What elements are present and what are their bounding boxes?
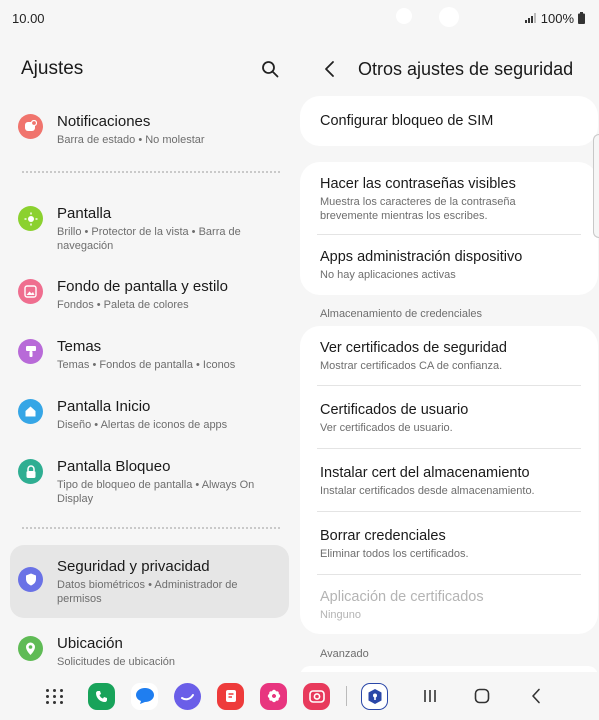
row-title: Aplicación de certificados bbox=[320, 588, 484, 605]
back-nav-button[interactable] bbox=[524, 684, 548, 708]
detail-title: Otros ajustes de seguridad bbox=[358, 58, 574, 79]
settings-header: Ajustes bbox=[0, 36, 300, 102]
page-title: Ajustes bbox=[21, 58, 84, 79]
battery-percent: 100% bbox=[540, 10, 574, 26]
section-header-credentials: Almacenamiento de credenciales bbox=[320, 308, 483, 320]
chevron-left-icon bbox=[325, 61, 334, 77]
camera-app-icon[interactable] bbox=[303, 682, 330, 710]
row-title: Ver certificados de seguridad bbox=[320, 340, 507, 356]
divider bbox=[22, 171, 280, 173]
sidebar-item-notificaciones[interactable]: Notificaciones Barra de estado • No mole… bbox=[10, 100, 289, 159]
home-button[interactable] bbox=[470, 684, 494, 708]
row-subtitle: Muestra los caracteres de la contraseña … bbox=[320, 195, 516, 222]
shield-icon bbox=[18, 567, 43, 592]
row-title: Borrar credenciales bbox=[320, 527, 446, 544]
recents-icon bbox=[424, 690, 436, 702]
image-icon bbox=[18, 279, 43, 304]
item-subtitle: Brillo • Protector de la vista • Barra d… bbox=[57, 226, 241, 252]
signal-icon bbox=[524, 13, 536, 23]
row-title: Apps administración dispositivo bbox=[320, 249, 523, 265]
row-subtitle: Ninguno bbox=[320, 608, 361, 621]
device-admin-apps-row[interactable]: Apps administración dispositivo No hay a… bbox=[300, 235, 598, 295]
item-subtitle: Barra de estado • No molestar bbox=[57, 134, 205, 146]
status-time: 10.00 bbox=[12, 10, 45, 26]
search-icon bbox=[262, 61, 279, 78]
sidebar-item-temas[interactable]: Temas Temas • Fondos de pantalla • Icono… bbox=[10, 325, 289, 384]
location-icon bbox=[18, 636, 43, 661]
item-subtitle: Datos biométricos • Administrador de per… bbox=[57, 579, 238, 605]
home-nav-icon bbox=[474, 688, 490, 704]
row-title: Hacer las contraseñas visibles bbox=[320, 175, 516, 192]
row-subtitle: No hay aplicaciones activas bbox=[320, 269, 456, 281]
item-subtitle: Solicitudes de ubicación bbox=[57, 656, 176, 668]
item-title: Ubicación bbox=[57, 635, 123, 652]
notes-app-icon[interactable] bbox=[217, 682, 244, 710]
row-title: Instalar cert del almacenamiento bbox=[320, 464, 530, 481]
sun-icon bbox=[18, 206, 43, 231]
item-title: Notificaciones bbox=[57, 113, 151, 130]
row-subtitle: Eliminar todos los certificados. bbox=[320, 547, 469, 560]
item-title: Seguridad y privacidad bbox=[57, 558, 210, 575]
taskbar-divider bbox=[346, 686, 347, 706]
sidebar-item-pantalla-bloqueo[interactable]: Pantalla Bloqueo Tipo de bloqueo de pant… bbox=[10, 445, 289, 518]
view-security-certs-row[interactable]: Ver certificados de seguridad Mostrar ce… bbox=[300, 326, 598, 386]
internet-app-icon[interactable] bbox=[174, 682, 201, 710]
camera-cutout bbox=[396, 8, 412, 24]
sidebar-item-fondo[interactable]: Fondo de pantalla y estilo Fondos • Pale… bbox=[10, 265, 289, 324]
phone-app-icon[interactable] bbox=[88, 682, 115, 710]
user-certs-row[interactable]: Certificados de usuario Ver certificados… bbox=[300, 386, 598, 449]
item-title: Pantalla Bloqueo bbox=[57, 458, 171, 475]
section-header-advanced: Avanzado bbox=[320, 648, 369, 660]
item-subtitle: Temas • Fondos de pantalla • Iconos bbox=[57, 359, 236, 371]
status-indicators: 100% bbox=[524, 10, 585, 26]
brush-icon bbox=[18, 339, 43, 364]
back-button[interactable] bbox=[318, 57, 342, 81]
sidebar-item-pantalla-inicio[interactable]: Pantalla Inicio Diseño • Alertas de icon… bbox=[10, 385, 289, 444]
app-drawer-icon[interactable] bbox=[44, 685, 66, 707]
back-nav-icon bbox=[532, 688, 540, 704]
sidebar-item-pantalla[interactable]: Pantalla Brillo • Protector de la vista … bbox=[10, 192, 289, 265]
sidebar-item-ubicacion[interactable]: Ubicación Solicitudes de ubicación bbox=[10, 622, 289, 672]
item-title: Fondo de pantalla y estilo bbox=[57, 278, 228, 295]
bell-icon bbox=[18, 114, 43, 139]
gallery-app-icon[interactable] bbox=[260, 682, 287, 710]
camera-cutout bbox=[439, 7, 459, 27]
status-bar: 10.00 100% bbox=[0, 0, 599, 36]
divider bbox=[22, 527, 280, 529]
visible-passwords-row[interactable]: Hacer las contraseñas visibles Muestra l… bbox=[300, 162, 598, 235]
credentials-card: Ver certificados de seguridad Mostrar ce… bbox=[300, 326, 598, 634]
item-subtitle: Diseño • Alertas de iconos de apps bbox=[57, 419, 228, 431]
scrollbar[interactable] bbox=[593, 134, 599, 238]
row-title: Certificados de usuario bbox=[320, 401, 469, 418]
lock-icon bbox=[18, 459, 43, 484]
sim-lock-row[interactable]: Configurar bloqueo de SIM bbox=[300, 96, 598, 146]
item-title: Temas bbox=[57, 338, 102, 355]
item-title: Pantalla Inicio bbox=[57, 398, 151, 415]
sidebar-item-seguridad[interactable]: Seguridad y privacidad Datos biométricos… bbox=[10, 545, 289, 618]
search-button[interactable] bbox=[258, 57, 282, 81]
cert-app-row: Aplicación de certificados Ninguno bbox=[300, 575, 598, 634]
security-detail-pane: Otros ajustes de seguridad Configurar bl… bbox=[300, 36, 599, 672]
battery-icon bbox=[578, 12, 585, 24]
item-title: Pantalla bbox=[57, 205, 112, 222]
row-title: Configurar bloqueo de SIM bbox=[320, 113, 494, 129]
install-cert-row[interactable]: Instalar cert del almacenamiento Instala… bbox=[300, 449, 598, 512]
secure-folder-app-icon[interactable] bbox=[361, 682, 388, 710]
clear-credentials-row[interactable]: Borrar credenciales Eliminar todos los c… bbox=[300, 512, 598, 575]
recents-button[interactable] bbox=[418, 684, 442, 708]
settings-list-pane: Ajustes Notificaciones Barra de estado •… bbox=[0, 36, 300, 672]
row-subtitle: Instalar certificados desde almacenamien… bbox=[320, 484, 535, 497]
taskbar bbox=[0, 672, 599, 720]
row-subtitle: Mostrar certificados CA de confianza. bbox=[320, 360, 503, 372]
sim-card: Configurar bloqueo de SIM bbox=[300, 96, 598, 146]
item-subtitle: Fondos • Paleta de colores bbox=[57, 299, 189, 311]
home-icon bbox=[18, 399, 43, 424]
item-subtitle: Tipo de bloqueo de pantalla • Always On … bbox=[57, 479, 255, 505]
passwords-card: Hacer las contraseñas visibles Muestra l… bbox=[300, 162, 598, 295]
messages-app-icon[interactable] bbox=[131, 682, 158, 710]
row-subtitle: Ver certificados de usuario. bbox=[320, 421, 453, 434]
detail-header: Otros ajustes de seguridad bbox=[300, 36, 599, 102]
